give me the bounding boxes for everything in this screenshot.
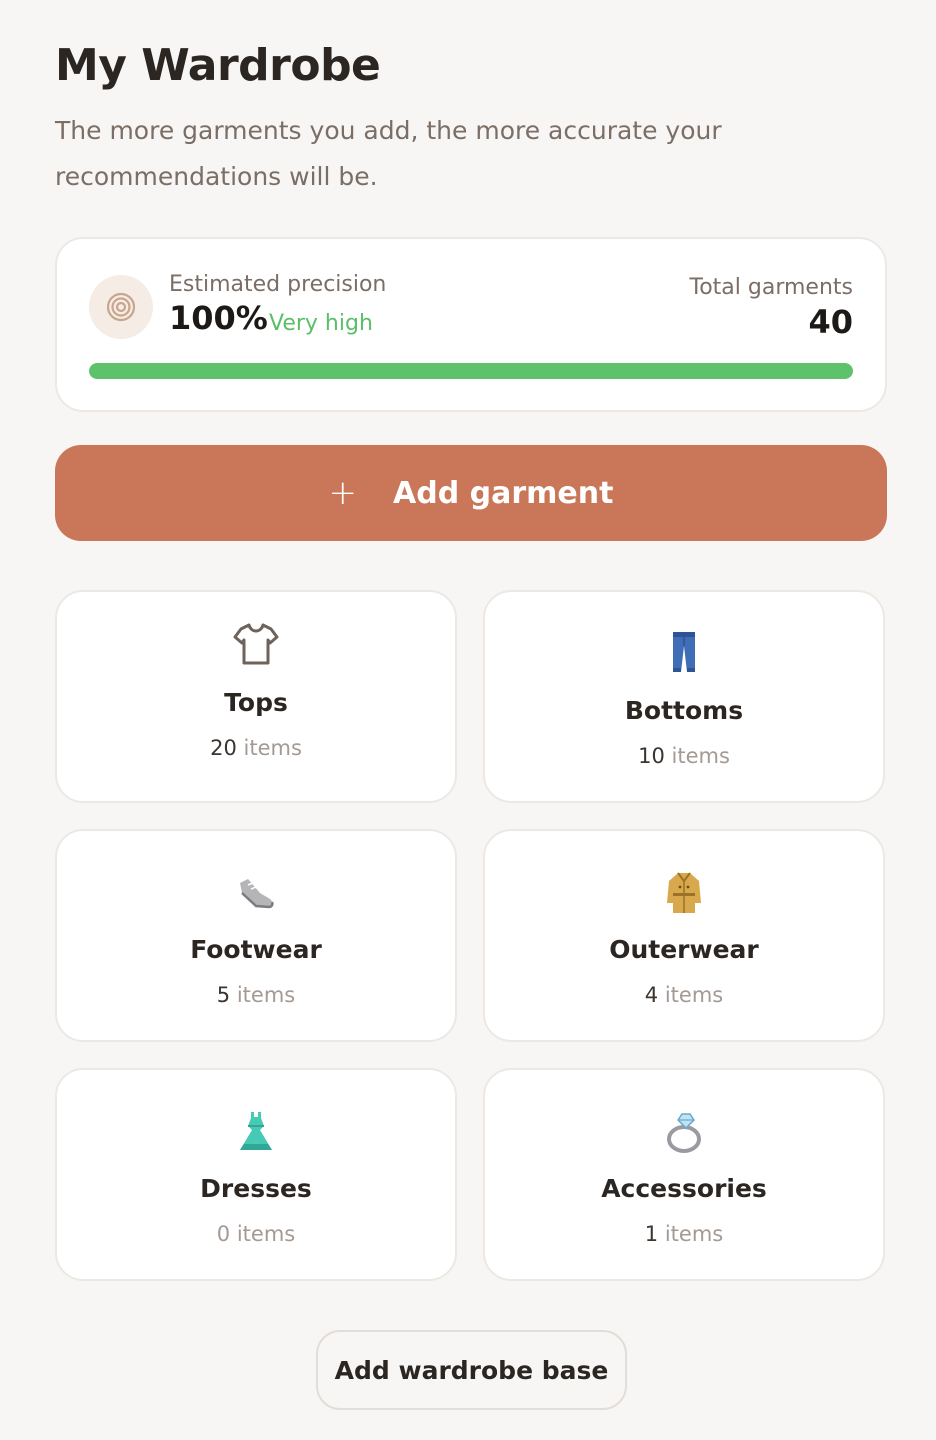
category-name: Bottoms [624, 696, 744, 725]
category-name: Accessories [601, 1174, 767, 1203]
target-icon [89, 275, 153, 339]
precision-label: Estimated precision [169, 272, 387, 297]
add-garment-button[interactable]: + Add garment [55, 445, 887, 541]
ring-icon [485, 1104, 883, 1160]
jeans-icon [485, 624, 883, 680]
add-wardrobe-base-button[interactable]: Add wardrobe base [316, 1330, 627, 1410]
category-card-tops[interactable]: Tops 20 items [55, 590, 457, 803]
plus-icon: + [328, 473, 358, 513]
category-card-dresses[interactable]: Dresses 0 items [55, 1068, 457, 1281]
category-card-footwear[interactable]: Footwear 5 items [55, 829, 457, 1042]
category-name: Dresses [200, 1174, 312, 1203]
category-card-accessories[interactable]: Accessories 1 items [483, 1068, 885, 1281]
category-card-outerwear[interactable]: Outerwear 4 items [483, 829, 885, 1042]
dress-icon [57, 1104, 455, 1160]
precision-progress-bar [89, 363, 853, 379]
total-garments-label: Total garments [689, 275, 853, 300]
category-name: Outerwear [609, 935, 759, 964]
category-card-bottoms[interactable]: Bottoms 10 items [483, 590, 885, 803]
total-garments-value: 40 [808, 303, 853, 341]
sneaker-icon [57, 865, 455, 921]
category-count: 1 items [644, 1222, 724, 1246]
precision-level: Very high [269, 311, 373, 336]
add-garment-label: Add garment [393, 475, 614, 511]
category-name: Footwear [190, 935, 322, 964]
precision-value: 100% [169, 299, 268, 337]
category-name: Tops [224, 688, 288, 717]
wardrobe-page: My Wardrobe The more garments you add, t… [0, 0, 936, 1440]
page-title: My Wardrobe [55, 40, 381, 91]
page-subtitle: The more garments you add, the more accu… [55, 116, 722, 191]
category-count: 5 items [216, 983, 296, 1007]
category-count: 0 items [216, 1222, 296, 1246]
category-count: 4 items [644, 983, 724, 1007]
precision-progress-fill [89, 363, 853, 379]
category-count: 10 items [638, 744, 730, 768]
coat-icon [485, 865, 883, 921]
category-count: 20 items [210, 736, 302, 760]
precision-card: Estimated precision 100% Very high Total… [55, 237, 887, 412]
t-shirt-icon [57, 616, 455, 672]
